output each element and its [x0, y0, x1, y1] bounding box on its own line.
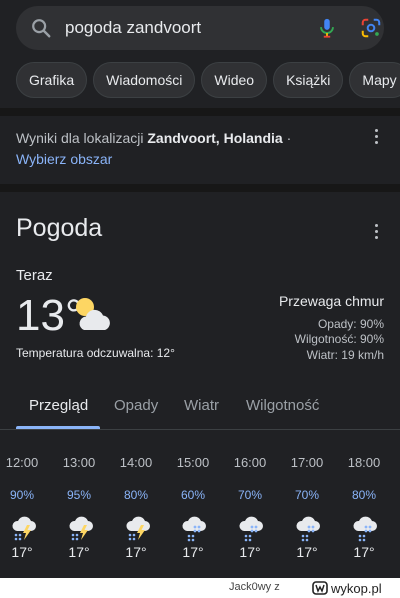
tab-precipitation[interactable]: Opady	[114, 397, 158, 414]
hour-precip: 60%	[180, 488, 206, 502]
hour-time: 18:00	[347, 455, 381, 470]
hour-temp: 17°	[11, 544, 33, 560]
now-label: Teraz	[16, 267, 53, 284]
watermark-username: Jack0wy	[229, 581, 272, 593]
partly-cloudy-icon	[76, 298, 110, 330]
wykop-logo-icon	[312, 581, 328, 595]
hour-precip: 70%	[237, 488, 263, 502]
watermark-separator: z	[274, 581, 280, 593]
watermark-footer: Jack0wy z wykop.pl	[0, 578, 400, 598]
hour-time: 12:00	[5, 455, 39, 470]
hour-temp: 17°	[182, 544, 204, 560]
change-location-link[interactable]: Wybierz obszar	[16, 149, 356, 169]
hour-precip: 80%	[351, 488, 377, 502]
thunderstorm-rain-icon	[69, 516, 93, 541]
google-lens-icon[interactable]	[360, 17, 382, 39]
hour-temp: 17°	[353, 544, 375, 560]
chip-videos[interactable]: Wideo	[201, 62, 268, 98]
precipitation-value: Opady: 90%	[317, 317, 384, 331]
showers-icon	[239, 516, 263, 542]
hour-precip: 95%	[66, 488, 92, 502]
hour-temp: 17°	[239, 544, 261, 560]
hour-temp: 17°	[296, 544, 318, 560]
section-divider	[0, 184, 400, 192]
showers-icon	[353, 516, 377, 542]
wykop-logo: wykop.pl	[312, 579, 382, 597]
weather-title: Pogoda	[16, 214, 103, 242]
showers-icon	[296, 516, 320, 542]
weather-condition: Przewaga chmur	[278, 293, 384, 309]
google-search-app: GrafikaWiadomościWideoKsiążkiMapy Wyniki…	[0, 0, 400, 578]
chip-news[interactable]: Wiadomości	[93, 62, 196, 98]
location-prefix: Wyniki dla lokalizacji	[16, 130, 148, 146]
location-suffix: ·	[282, 130, 292, 146]
section-divider	[0, 108, 400, 116]
hour-precip: 90%	[9, 488, 35, 502]
search-icon[interactable]	[30, 17, 52, 39]
thunderstorm-rain-icon	[12, 516, 36, 541]
chip-images[interactable]: Grafika	[16, 62, 88, 98]
location-notice: Wyniki dla lokalizacji Zandvoort, Holand…	[16, 128, 356, 169]
tab-humidity[interactable]: Wilgotność	[246, 397, 319, 414]
hour-precip: 70%	[294, 488, 320, 502]
weather-more-options-icon[interactable]	[367, 221, 387, 241]
watermark-user: Jack0wy z	[229, 581, 280, 593]
search-filter-chips: Grafika Wiadomości Wideo Książki Mapy	[16, 62, 400, 98]
chip-books[interactable]: Książki	[273, 62, 344, 98]
hour-time: 15:00	[176, 455, 210, 470]
location-place: Zandvoort, Holandia	[147, 130, 283, 146]
showers-icon	[182, 516, 206, 542]
feels-like: Temperatura odczuwalna: 12°	[16, 346, 175, 360]
search-bar[interactable]	[16, 6, 384, 50]
tab-wind[interactable]: Wiatr	[184, 397, 219, 414]
hour-temp: 17°	[125, 544, 147, 560]
hour-time: 13:00	[62, 455, 96, 470]
chip-maps[interactable]: Mapy	[349, 62, 400, 98]
location-more-options-icon[interactable]	[367, 126, 387, 146]
tabs-divider	[0, 429, 400, 430]
hour-precip: 80%	[123, 488, 149, 502]
thunderstorm-rain-icon	[126, 516, 150, 541]
hour-time: 16:00	[233, 455, 267, 470]
hour-temp: 17°	[68, 544, 90, 560]
tab-overview[interactable]: Przegląd	[29, 397, 88, 414]
hour-time: 17:00	[290, 455, 324, 470]
hour-time: 14:00	[119, 455, 153, 470]
microphone-icon[interactable]	[316, 17, 338, 39]
humidity-value: Wilgotność: 90%	[294, 332, 384, 346]
wind-value: Wiatr: 19 km/h	[306, 348, 384, 362]
search-input[interactable]	[65, 14, 295, 42]
wykop-site: wykop.pl	[331, 580, 382, 596]
